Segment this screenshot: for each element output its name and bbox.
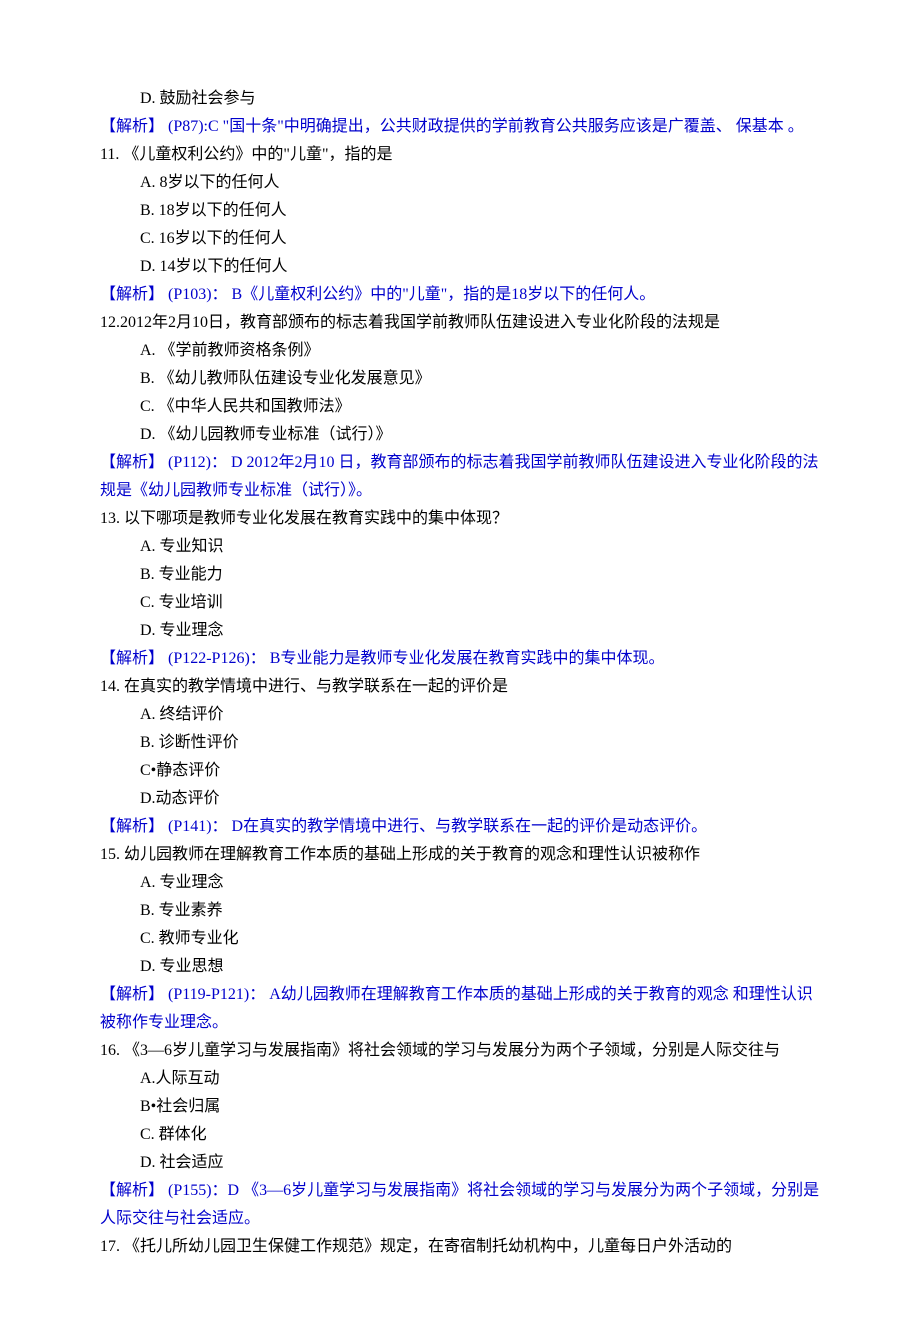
q13-stem: 13. 以下哪项是教师专业化发展在教育实践中的集中体现？ <box>100 505 825 533</box>
q13-option-a: A. 专业知识 <box>100 533 825 561</box>
q12-stem: 12.2012年2月10日，教育部颁布的标志着我国学前教师队伍建设进入专业化阶段… <box>100 309 825 337</box>
q14-option-b: B. 诊断性评价 <box>100 729 825 757</box>
q12-answer: 【解析】 (P112)： D 2012年2月10 日，教育部颁布的标志着我国学前… <box>100 449 825 505</box>
q10-option-d: D. 鼓励社会参与 <box>100 85 825 113</box>
q16-option-b: B•社会归属 <box>100 1093 825 1121</box>
q16-option-d: D. 社会适应 <box>100 1149 825 1177</box>
q11-option-c: C. 16岁以下的任何人 <box>100 225 825 253</box>
q12-option-d: D. 《幼儿园教师专业标准（试行）》 <box>100 421 825 449</box>
q11-option-a: A. 8岁以下的任何人 <box>100 169 825 197</box>
q14-option-d: D.动态评价 <box>100 785 825 813</box>
q14-answer: 【解析】 (P141)： D在真实的教学情境中进行、与教学联系在一起的评价是动态… <box>100 813 825 841</box>
q10-answer: 【解析】 (P87):C "国十条"中明确提出，公共财政提供的学前教育公共服务应… <box>100 113 825 141</box>
q14-option-c: C•静态评价 <box>100 757 825 785</box>
q13-option-d: D. 专业理念 <box>100 617 825 645</box>
q16-answer: 【解析】 (P155)：D 《3—6岁儿童学习与发展指南》将社会领域的学习与发展… <box>100 1177 825 1233</box>
q13-option-c: C. 专业培训 <box>100 589 825 617</box>
q12-option-b: B. 《幼儿教师队伍建设专业化发展意见》 <box>100 365 825 393</box>
q16-stem: 16. 《3—6岁儿童学习与发展指南》将社会领域的学习与发展分为两个子领域，分别… <box>100 1037 825 1065</box>
q15-option-c: C. 教师专业化 <box>100 925 825 953</box>
q15-option-a: A. 专业理念 <box>100 869 825 897</box>
q11-stem: 11. 《儿童权利公约》中的"儿童"，指的是 <box>100 141 825 169</box>
q16-option-a: A.人际互动 <box>100 1065 825 1093</box>
q12-option-c: C. 《中华人民共和国教师法》 <box>100 393 825 421</box>
q16-option-c: C. 群体化 <box>100 1121 825 1149</box>
q11-answer: 【解析】 (P103)： B《儿童权利公约》中的"儿童"，指的是18岁以下的任何… <box>100 281 825 309</box>
q13-option-b: B. 专业能力 <box>100 561 825 589</box>
q15-option-d: D. 专业思想 <box>100 953 825 981</box>
q17-stem: 17. 《托儿所幼儿园卫生保健工作规范》规定，在寄宿制托幼机构中，儿童每日户外活… <box>100 1233 825 1261</box>
q15-answer: 【解析】 (P119-P121)： A幼儿园教师在理解教育工作本质的基础上形成的… <box>100 981 825 1037</box>
q14-stem: 14. 在真实的教学情境中进行、与教学联系在一起的评价是 <box>100 673 825 701</box>
q15-option-b: B. 专业素养 <box>100 897 825 925</box>
q14-option-a: A. 终结评价 <box>100 701 825 729</box>
q11-option-d: D. 14岁以下的任何人 <box>100 253 825 281</box>
q13-answer: 【解析】 (P122-P126)： B专业能力是教师专业化发展在教育实践中的集中… <box>100 645 825 673</box>
q15-stem: 15. 幼儿园教师在理解教育工作本质的基础上形成的关于教育的观念和理性认识被称作 <box>100 841 825 869</box>
q11-option-b: B. 18岁以下的任何人 <box>100 197 825 225</box>
q12-option-a: A. 《学前教师资格条例》 <box>100 337 825 365</box>
